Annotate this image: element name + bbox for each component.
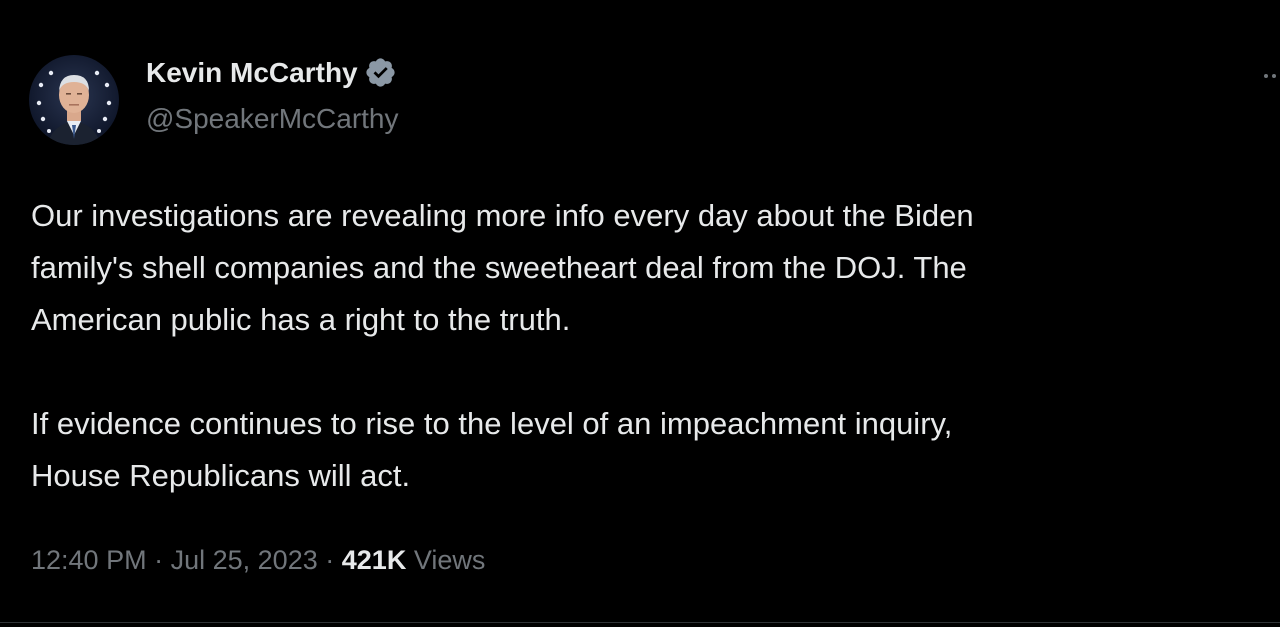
tweet-metadata: 12:40 PM · Jul 25, 2023 · 421K Views bbox=[31, 545, 485, 576]
tweet-date[interactable]: Jul 25, 2023 bbox=[171, 545, 318, 575]
profile-photo-icon bbox=[29, 55, 119, 145]
tweet-card: Kevin McCarthy @SpeakerMcCarthy Our inve… bbox=[0, 0, 1280, 627]
more-options-icon[interactable] bbox=[1262, 64, 1280, 88]
views-count: 421K bbox=[341, 545, 407, 575]
meta-separator: · bbox=[154, 545, 164, 575]
author-name-text: Kevin McCarthy bbox=[146, 56, 358, 88]
author-avatar[interactable] bbox=[29, 55, 119, 145]
author-name[interactable]: Kevin McCarthy bbox=[146, 56, 397, 89]
tweet-paragraph: If evidence continues to rise to the lev… bbox=[31, 406, 953, 493]
views-label: Views bbox=[413, 545, 486, 575]
tweet-paragraph: Our investigations are revealing more in… bbox=[31, 198, 974, 337]
tweet-text: Our investigations are revealing more in… bbox=[31, 190, 1246, 502]
verified-badge-icon[interactable] bbox=[364, 56, 397, 89]
meta-separator: · bbox=[325, 545, 335, 575]
tweet-time[interactable]: 12:40 PM bbox=[31, 545, 147, 575]
author-handle[interactable]: @SpeakerMcCarthy bbox=[146, 103, 399, 135]
divider bbox=[0, 622, 1280, 623]
